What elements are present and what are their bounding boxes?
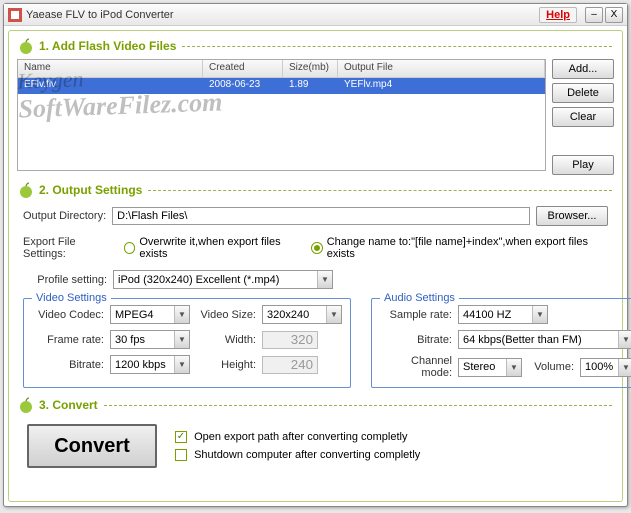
cell-size: 1.89	[283, 78, 338, 94]
audio-bitrate-select[interactable]: 64 kbps(Better than FM)▼	[458, 330, 631, 349]
video-bitrate-select[interactable]: 1200 kbps▼	[110, 355, 190, 374]
convert-options: Open export path after converting comple…	[175, 431, 420, 461]
minimize-button[interactable]: –	[585, 7, 603, 23]
profile-select[interactable]: iPod (320x240) Excellent (*.mp4) ▼	[113, 270, 333, 289]
open-path-label: Open export path after converting comple…	[194, 431, 407, 443]
chevron-down-icon: ▼	[326, 306, 341, 323]
sample-rate-select[interactable]: 44100 HZ▼	[458, 305, 548, 324]
apple-icon	[17, 181, 35, 199]
add-button[interactable]: Add...	[552, 59, 614, 79]
output-dir-row: Output Directory: Browser...	[23, 206, 608, 226]
overwrite-label: Overwrite it,when export files exists	[139, 236, 305, 260]
section-2-header: 2. Output Settings	[17, 181, 614, 199]
shutdown-checkbox[interactable]	[175, 449, 187, 461]
chevron-down-icon: ▼	[506, 359, 521, 376]
section-1-title: 1. Add Flash Video Files	[39, 39, 176, 53]
video-legend: Video Settings	[32, 292, 111, 304]
chevron-down-icon: ▼	[532, 306, 547, 323]
file-list[interactable]: Name Created Size(mb) Output File EFlv.f…	[17, 59, 546, 171]
chevron-down-icon: ▼	[174, 356, 189, 373]
changename-radio-group: Change name to:"[file name]+index",when …	[311, 236, 608, 260]
col-output[interactable]: Output File	[338, 60, 545, 77]
height-label: Height:	[196, 359, 256, 371]
file-buttons: Add... Delete Clear Play	[552, 59, 614, 175]
changename-label: Change name to:"[file name]+index",when …	[327, 236, 608, 260]
chevron-down-icon: ▼	[317, 271, 332, 288]
video-codec-label: Video Codec:	[32, 309, 104, 321]
clear-button[interactable]: Clear	[552, 107, 614, 127]
col-name[interactable]: Name	[18, 60, 203, 77]
help-button[interactable]: Help	[539, 7, 577, 23]
chevron-down-icon: ▼	[618, 359, 631, 376]
overwrite-radio[interactable]	[124, 242, 136, 254]
chevron-down-icon: ▼	[174, 331, 189, 348]
sample-rate-label: Sample rate:	[380, 309, 452, 321]
shutdown-label: Shutdown computer after converting compl…	[194, 449, 420, 461]
window-title: Yaease FLV to iPod Converter	[26, 9, 539, 21]
export-settings-row: Export File Settings: Overwrite it,when …	[23, 236, 608, 260]
convert-button[interactable]: Convert	[27, 424, 157, 468]
export-label: Export File Settings:	[23, 236, 118, 260]
app-window: Yaease FLV to iPod Converter Help – X 1.…	[3, 3, 628, 507]
section-2-title: 2. Output Settings	[39, 183, 142, 197]
filelist-area: Name Created Size(mb) Output File EFlv.f…	[17, 59, 614, 175]
video-settings-fieldset: Video Settings Video Codec: MPEG4▼ Video…	[23, 298, 351, 388]
cell-output: YEFlv.mp4	[338, 78, 545, 94]
table-row[interactable]: EFlv.flv 2008-06-23 1.89 YEFlv.mp4	[18, 78, 545, 94]
shutdown-option: Shutdown computer after converting compl…	[175, 449, 420, 461]
open-path-checkbox[interactable]	[175, 431, 187, 443]
chevron-down-icon: ▼	[174, 306, 189, 323]
height-input[interactable]	[262, 356, 318, 374]
play-button[interactable]: Play	[552, 155, 614, 175]
channel-mode-label: Channel mode:	[380, 355, 452, 379]
av-settings-row: Video Settings Video Codec: MPEG4▼ Video…	[17, 296, 614, 390]
channel-mode-select[interactable]: Stereo▼	[458, 358, 522, 377]
video-size-select[interactable]: 320x240▼	[262, 305, 342, 324]
app-icon	[8, 8, 22, 22]
width-input[interactable]	[262, 331, 318, 349]
cell-name: EFlv.flv	[18, 78, 203, 94]
apple-icon	[17, 396, 35, 414]
chevron-down-icon: ▼	[618, 331, 631, 348]
section-3-header: 3. Convert	[17, 396, 614, 414]
video-codec-select[interactable]: MPEG4▼	[110, 305, 190, 324]
video-size-label: Video Size:	[196, 309, 256, 321]
audio-settings-fieldset: Audio Settings Sample rate: 44100 HZ▼ Bi…	[371, 298, 631, 388]
profile-label: Profile setting:	[23, 274, 107, 286]
frame-rate-select[interactable]: 30 fps▼	[110, 330, 190, 349]
browser-button[interactable]: Browser...	[536, 206, 608, 226]
delete-button[interactable]: Delete	[552, 83, 614, 103]
overwrite-radio-group: Overwrite it,when export files exists	[124, 236, 305, 260]
section-3-title: 3. Convert	[39, 398, 98, 412]
frame-rate-label: Frame rate:	[32, 334, 104, 346]
volume-select[interactable]: 100%▼	[580, 358, 631, 377]
titlebar: Yaease FLV to iPod Converter Help – X	[4, 4, 627, 26]
section-1-header: 1. Add Flash Video Files	[17, 37, 614, 55]
col-created[interactable]: Created	[203, 60, 283, 77]
open-path-option: Open export path after converting comple…	[175, 431, 420, 443]
file-list-header: Name Created Size(mb) Output File	[18, 60, 545, 78]
profile-row: Profile setting: iPod (320x240) Excellen…	[23, 270, 608, 289]
col-size[interactable]: Size(mb)	[283, 60, 338, 77]
output-dir-label: Output Directory:	[23, 210, 106, 222]
volume-label: Volume:	[528, 361, 574, 373]
video-bitrate-label: Bitrate:	[32, 359, 104, 371]
cell-created: 2008-06-23	[203, 78, 283, 94]
convert-area: Convert Open export path after convertin…	[17, 418, 614, 470]
close-button[interactable]: X	[605, 7, 623, 23]
width-label: Width:	[196, 334, 256, 346]
output-dir-input[interactable]	[112, 207, 530, 225]
main-panel: 1. Add Flash Video Files Name Created Si…	[8, 30, 623, 502]
profile-value: iPod (320x240) Excellent (*.mp4)	[118, 274, 279, 286]
changename-radio[interactable]	[311, 242, 323, 254]
apple-icon	[17, 37, 35, 55]
audio-legend: Audio Settings	[380, 292, 459, 304]
audio-bitrate-label: Bitrate:	[380, 334, 452, 346]
